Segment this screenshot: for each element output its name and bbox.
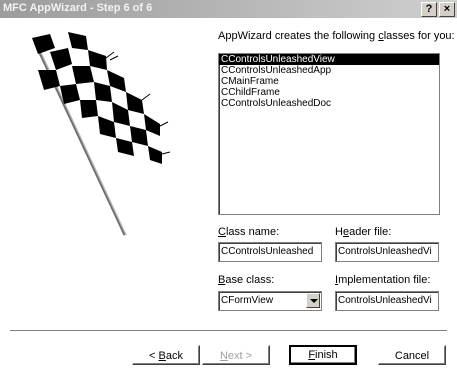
help-button[interactable]: ?	[421, 2, 437, 17]
list-item[interactable]: CControlsUnleashedDoc	[219, 98, 439, 109]
header-file-field[interactable]: ControlsUnleashedVi	[335, 242, 439, 262]
prompt-text-start: AppWizard creates the following	[218, 30, 379, 42]
back-accel: B	[158, 350, 166, 362]
list-item[interactable]: CChildFrame	[219, 87, 439, 98]
window-title: MFC AppWizard - Step 6 of 6	[3, 2, 153, 14]
classes-listbox[interactable]: CControlsUnleashedView CControlsUnleashe…	[218, 53, 440, 215]
finish-label-text: inish	[315, 349, 338, 361]
header-file-label-start: H	[335, 226, 343, 238]
implementation-file-field[interactable]: ControlsUnleashedVi	[335, 291, 439, 311]
list-item[interactable]: CControlsUnleashedApp	[219, 65, 439, 76]
back-label-text: ack	[165, 350, 183, 362]
next-button[interactable]: Next >	[202, 345, 270, 365]
class-name-field[interactable]: CControlsUnleashed	[218, 242, 322, 262]
prompt-text-end: lasses for you:	[383, 30, 455, 42]
list-item[interactable]: CMainFrame	[219, 76, 439, 87]
back-label-start: <	[149, 350, 159, 362]
checkered-flag-icon	[32, 32, 171, 236]
base-class-dropdown[interactable]: CFormView	[218, 291, 322, 311]
finish-button[interactable]: Finish	[289, 345, 357, 365]
base-class-label: Base class:	[218, 274, 274, 286]
class-name-label: Class name:	[218, 226, 279, 238]
list-item[interactable]: CControlsUnleashedView	[219, 54, 439, 65]
next-accel: N	[219, 350, 228, 362]
class-name-label-text: lass name:	[225, 226, 280, 238]
implementation-file-label: Implementation file:	[335, 274, 430, 286]
button-separator	[10, 330, 447, 332]
header-file-label-text: ader file:	[349, 226, 392, 238]
base-class-value: CFormView	[221, 295, 274, 306]
next-label-text: ext >	[227, 350, 253, 362]
cancel-button[interactable]: Cancel	[378, 345, 446, 365]
implementation-file-label-text: mplementation file:	[338, 274, 431, 286]
class-name-accel: C	[218, 226, 226, 238]
classes-prompt: AppWizard creates the following classes …	[218, 30, 455, 42]
chevron-down-icon[interactable]	[306, 293, 320, 308]
base-class-label-text: ase class:	[225, 274, 275, 286]
header-file-label: Header file:	[335, 226, 391, 238]
close-button[interactable]: ×	[439, 2, 455, 17]
back-button[interactable]: < Back	[132, 345, 200, 365]
title-bar: MFC AppWizard - Step 6 of 6 ? ×	[0, 0, 457, 18]
